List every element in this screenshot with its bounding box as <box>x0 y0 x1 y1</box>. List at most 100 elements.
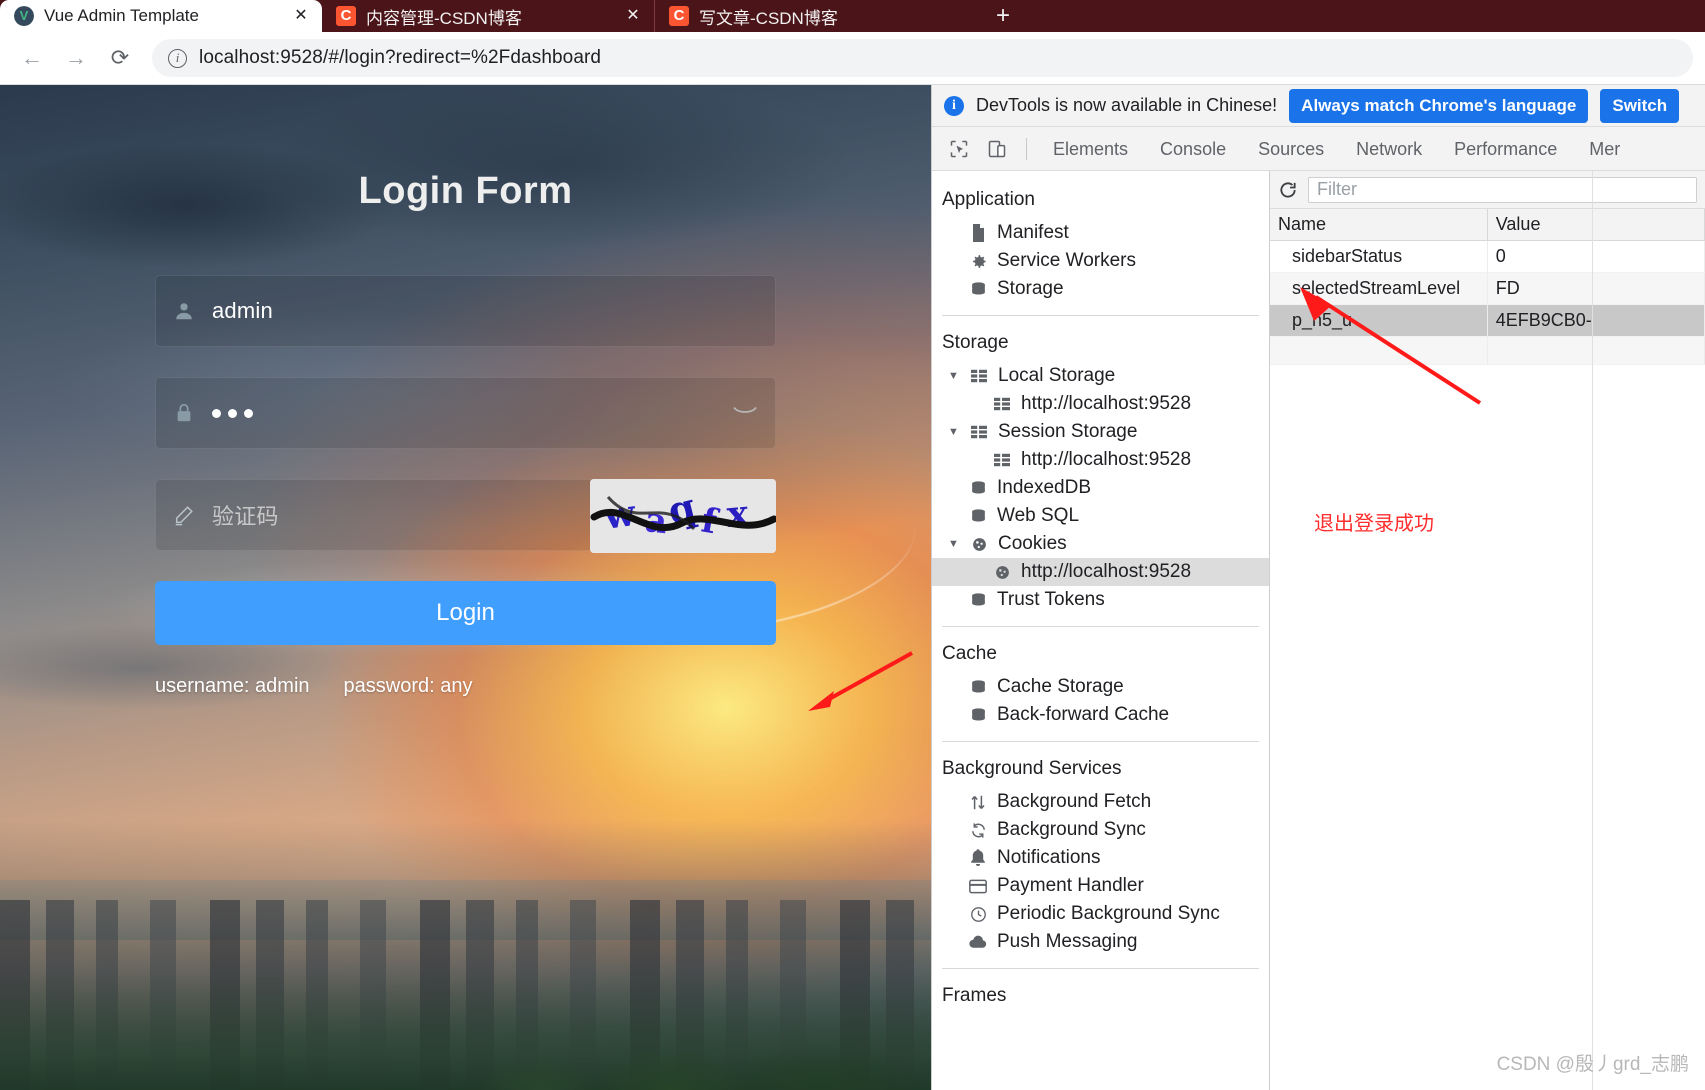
tab-network[interactable]: Network <box>1342 133 1436 165</box>
site-info-icon[interactable]: i <box>168 48 187 68</box>
tab-console[interactable]: Console <box>1146 133 1240 165</box>
bell-icon <box>968 849 988 867</box>
tree-section-storage: Storage <box>942 332 1009 353</box>
browser-tab-content-manage[interactable]: C 内容管理-CSDN博客 ✕ <box>322 0 654 32</box>
tree-item-label: http://localhost:9528 <box>1021 449 1192 470</box>
tree-item-cache-storage[interactable]: Cache Storage <box>932 673 1269 701</box>
captcha-image[interactable]: w a q f x <box>590 479 776 553</box>
table-row[interactable]: selectedStreamLevel FD <box>1270 272 1705 305</box>
tree-item-session-storage-origin[interactable]: http://localhost:9528 <box>932 446 1269 474</box>
tree-divider <box>942 741 1259 742</box>
tree-item-background-fetch[interactable]: Background Fetch <box>932 788 1269 816</box>
tree-item-push-messaging[interactable]: Push Messaging <box>932 928 1269 956</box>
password-hint: password: any <box>343 675 473 697</box>
tree-item-label: Web SQL <box>997 505 1080 526</box>
browser-toolbar: ← → ⟳ i localhost:9528/#/login?redirect=… <box>0 32 1705 85</box>
database-icon <box>968 679 988 696</box>
svg-text:x: x <box>725 492 751 536</box>
chevron-down-icon[interactable]: ▼ <box>948 538 960 550</box>
refresh-icon[interactable] <box>1278 180 1298 200</box>
eye-off-icon[interactable] <box>733 404 757 423</box>
column-header-value[interactable]: Value <box>1487 209 1705 241</box>
login-form: Login Form admin 验证码 w a q f x Login use… <box>155 85 776 698</box>
chevron-down-icon[interactable]: ▼ <box>948 370 960 382</box>
cookie-name: p_h5_u <box>1270 304 1488 337</box>
browser-tab-write-article[interactable]: C 写文章-CSDN博客 <box>654 0 986 32</box>
tree-item-session-storage[interactable]: ▼ Session Storage <box>932 418 1269 446</box>
login-button[interactable]: Login <box>155 581 776 645</box>
tree-item-payment-handler[interactable]: Payment Handler <box>932 872 1269 900</box>
tree-item-background-sync[interactable]: Background Sync <box>932 816 1269 844</box>
tree-item-storage[interactable]: Storage <box>932 275 1269 303</box>
tab-elements[interactable]: Elements <box>1039 133 1142 165</box>
table-row-empty[interactable] <box>1270 336 1705 365</box>
filter-input[interactable] <box>1308 176 1697 203</box>
cookies-table: Name Value sidebarStatus 0 selectedStrea… <box>1270 209 1705 365</box>
address-bar[interactable]: i localhost:9528/#/login?redirect=%2Fdas… <box>152 39 1693 77</box>
table-row[interactable]: p_h5_u 4EFB9CB0- <box>1270 304 1705 337</box>
tree-item-label: Push Messaging <box>997 931 1138 952</box>
tree-item-notifications[interactable]: Notifications <box>932 844 1269 872</box>
new-tab-button[interactable]: + <box>986 2 1020 32</box>
pencil-icon <box>156 504 212 526</box>
table-row[interactable]: sidebarStatus 0 <box>1270 240 1705 273</box>
watermark-text: CSDN @殷丿grd_志鹏 <box>1496 1054 1689 1075</box>
devtools-tabbar: Elements Console Sources Network Perform… <box>932 127 1705 171</box>
captcha-field[interactable]: 验证码 w a q f x <box>155 479 776 553</box>
devtools-panel: i DevTools is now available in Chinese! … <box>931 85 1705 1090</box>
tree-item-web-sql[interactable]: Web SQL <box>932 502 1269 530</box>
tree-item-local-storage-origin[interactable]: http://localhost:9528 <box>932 390 1269 418</box>
reload-icon[interactable]: ⟳ <box>100 38 140 78</box>
document-icon <box>968 224 988 242</box>
forward-icon[interactable]: → <box>56 38 96 78</box>
background-foliage <box>0 970 931 1090</box>
tree-item-label: Manifest <box>997 222 1069 243</box>
close-icon[interactable]: ✕ <box>290 5 312 27</box>
always-match-language-button[interactable]: Always match Chrome's language <box>1289 88 1589 123</box>
tree-item-local-storage[interactable]: ▼ Local Storage <box>932 362 1269 390</box>
password-field[interactable] <box>155 377 776 449</box>
cookie-name: sidebarStatus <box>1270 240 1488 273</box>
tab-memory[interactable]: Mer <box>1575 133 1634 165</box>
browser-window: V Vue Admin Template ✕ C 内容管理-CSDN博客 ✕ C… <box>0 0 1705 1090</box>
switch-language-button[interactable]: Switch <box>1600 88 1680 123</box>
devtools-language-banner: i DevTools is now available in Chinese! … <box>932 85 1705 127</box>
tree-item-indexeddb[interactable]: IndexedDB <box>932 474 1269 502</box>
tree-item-label: Session Storage <box>998 421 1138 442</box>
back-icon[interactable]: ← <box>12 38 52 78</box>
tree-item-manifest[interactable]: Manifest <box>932 219 1269 247</box>
close-icon[interactable]: ✕ <box>622 5 644 27</box>
cookie-value: 4EFB9CB0- <box>1487 304 1705 337</box>
username-field[interactable]: admin <box>155 275 776 347</box>
tab-title: 内容管理-CSDN博客 <box>366 8 522 28</box>
tab-performance[interactable]: Performance <box>1440 133 1571 165</box>
tree-item-cookies-origin[interactable]: http://localhost:9528 <box>932 558 1269 586</box>
info-icon: i <box>944 95 964 116</box>
tree-divider <box>942 626 1259 627</box>
url-text: localhost:9528/#/login?redirect=%2Fdashb… <box>199 47 602 68</box>
column-header-name[interactable]: Name <box>1270 209 1488 241</box>
tree-item-label: IndexedDB <box>997 477 1092 498</box>
table-header-row: Name Value <box>1270 209 1705 241</box>
cookie-name: selectedStreamLevel <box>1270 272 1488 305</box>
tree-item-label: http://localhost:9528 <box>1021 393 1192 414</box>
tree-item-cookies[interactable]: ▼ Cookies <box>932 530 1269 558</box>
banner-message: DevTools is now available in Chinese! <box>976 95 1278 115</box>
tree-item-label: Cache Storage <box>997 676 1124 697</box>
tree-item-service-workers[interactable]: Service Workers <box>932 247 1269 275</box>
chevron-down-icon[interactable]: ▼ <box>948 426 960 438</box>
tree-item-trust-tokens[interactable]: Trust Tokens <box>932 586 1269 614</box>
tree-item-back-forward-cache[interactable]: Back-forward Cache <box>932 701 1269 729</box>
login-hints: username: admin password: any <box>155 675 776 698</box>
database-icon <box>968 592 988 609</box>
cookies-panel: Name Value sidebarStatus 0 selectedStrea… <box>1270 171 1705 1090</box>
device-toolbar-icon[interactable] <box>980 133 1014 165</box>
tree-divider <box>942 968 1259 969</box>
inspect-icon[interactable] <box>942 133 976 165</box>
table-icon <box>992 453 1012 467</box>
browser-tab-vue-admin[interactable]: V Vue Admin Template ✕ <box>0 0 322 32</box>
username-hint: username: admin <box>155 675 310 697</box>
tree-item-periodic-background-sync[interactable]: Periodic Background Sync <box>932 900 1269 928</box>
tab-sources[interactable]: Sources <box>1244 133 1338 165</box>
tree-item-label: Back-forward Cache <box>997 704 1170 725</box>
